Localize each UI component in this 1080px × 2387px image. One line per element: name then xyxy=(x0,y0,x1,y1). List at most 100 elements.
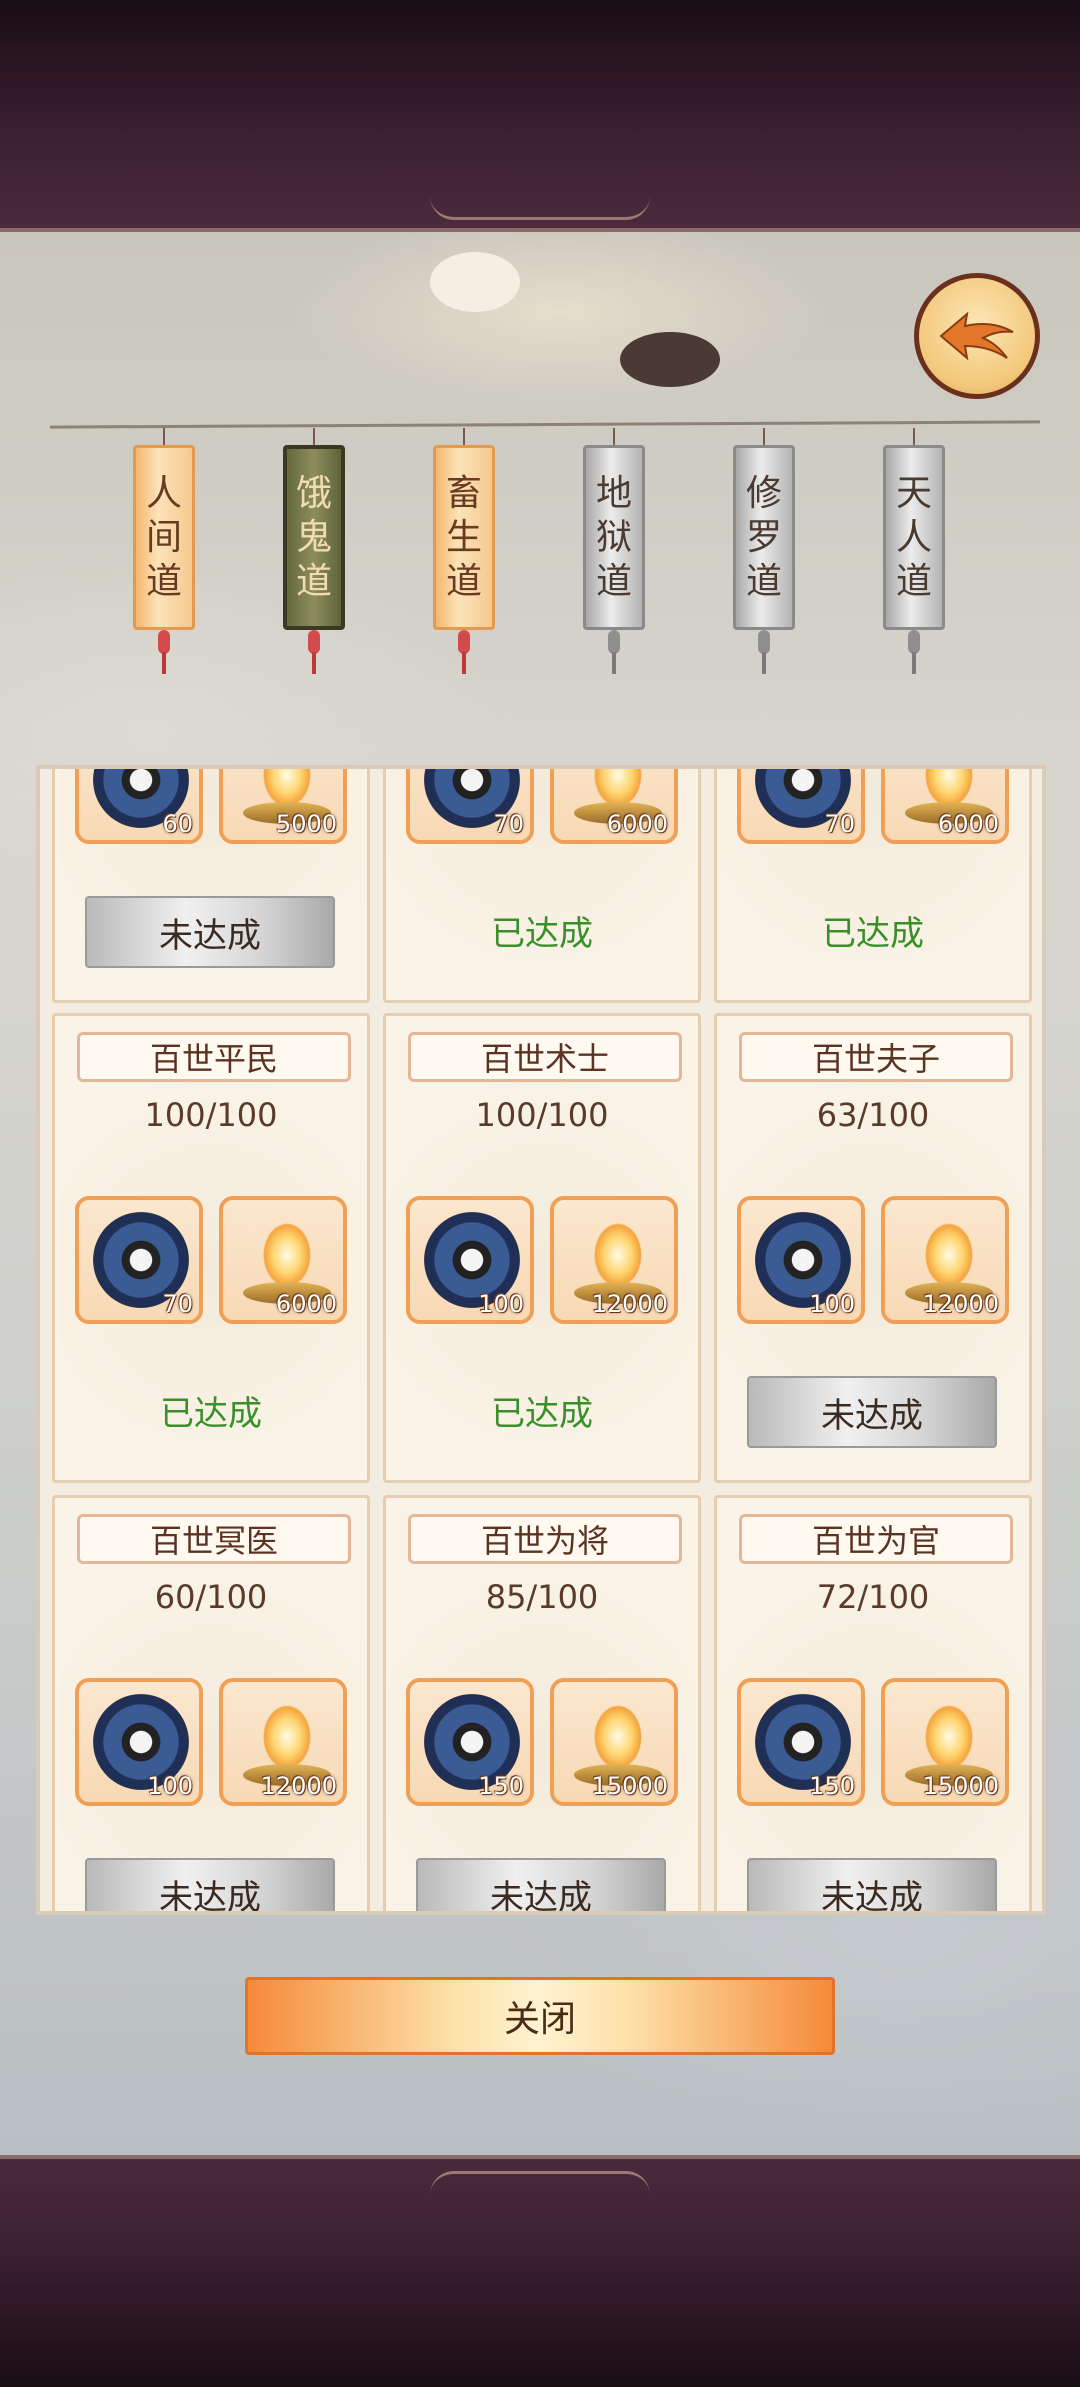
reward-compass-item[interactable]: 150 xyxy=(406,1678,534,1806)
reward-amount: 15000 xyxy=(591,1772,668,1800)
reward-amount: 15000 xyxy=(922,1772,999,1800)
tassel-decoration xyxy=(454,630,474,675)
reward-compass-item[interactable]: 100 xyxy=(737,1196,865,1324)
reward-amount: 70 xyxy=(493,810,524,838)
status-achieved: 已达成 xyxy=(491,914,593,954)
achievement-card: 百世夫子 63/100 100 12000 未达成 xyxy=(714,1013,1032,1483)
tassel-decoration xyxy=(904,630,924,675)
achievement-progress: 100/100 xyxy=(475,1096,609,1134)
reward-amount: 12000 xyxy=(260,1772,337,1800)
reward-amount: 100 xyxy=(147,1772,193,1800)
tab-label-char: 道 xyxy=(895,560,932,602)
reward-amount: 100 xyxy=(478,1290,524,1318)
tab-3[interactable]: 畜生道 xyxy=(433,445,495,630)
tassel-decoration xyxy=(154,630,174,675)
reward-flame-item[interactable]: 12000 xyxy=(550,1196,678,1324)
achievement-title: 百世冥医 xyxy=(77,1514,351,1564)
tab-label-char: 地 xyxy=(595,472,632,514)
tab-label-char: 道 xyxy=(445,560,482,602)
reward-compass-item[interactable]: 100 xyxy=(406,1196,534,1324)
status-achieved: 已达成 xyxy=(822,914,924,954)
tab-label-char: 人 xyxy=(895,516,932,558)
tab-label-char: 道 xyxy=(745,560,782,602)
reward-amount: 100 xyxy=(809,1290,855,1318)
tab-label-char: 天 xyxy=(895,472,932,514)
achievement-progress: 63/100 xyxy=(816,1096,930,1134)
tab-label-char: 狱 xyxy=(595,516,632,558)
tab-label-char: 饿 xyxy=(295,472,332,514)
close-button[interactable]: 关闭 xyxy=(245,1977,835,2055)
tassel-decoration xyxy=(754,630,774,675)
reward-flame-item[interactable]: 5000 xyxy=(219,769,347,844)
tab-6[interactable]: 天人道 xyxy=(883,445,945,630)
tassel-decoration xyxy=(304,630,324,675)
tab-2[interactable]: 饿鬼道 xyxy=(283,445,345,630)
status-not-achieved-button[interactable]: 未达成 xyxy=(747,1376,997,1448)
achievement-card: 70 6000 已达成 xyxy=(383,769,701,1003)
reward-flame-item[interactable]: 6000 xyxy=(219,1196,347,1324)
reward-amount: 150 xyxy=(478,1772,524,1800)
status-achieved: 已达成 xyxy=(160,1394,262,1434)
tab-5[interactable]: 修罗道 xyxy=(733,445,795,630)
achievement-title: 百世为将 xyxy=(408,1514,682,1564)
tab-label-char: 修 xyxy=(745,472,782,514)
reward-amount: 12000 xyxy=(922,1290,999,1318)
status-not-achieved-button[interactable]: 未达成 xyxy=(85,1858,335,1911)
status-not-achieved-button[interactable]: 未达成 xyxy=(85,896,335,968)
reward-flame-item[interactable]: 15000 xyxy=(550,1678,678,1806)
reward-compass-item[interactable]: 70 xyxy=(75,1196,203,1324)
reward-amount: 6000 xyxy=(606,810,668,838)
status-not-achieved-button[interactable]: 未达成 xyxy=(747,1858,997,1911)
achievement-panel: 60 5000 未达成 70 6000 已达成 70 6000 已达成 百世平民 100/100 70… xyxy=(36,765,1046,1915)
frame-ornament xyxy=(430,196,650,220)
tab-label-char: 生 xyxy=(445,516,482,558)
reward-amount: 70 xyxy=(824,810,855,838)
achievement-card: 百世术士 100/100 100 12000 已达成 xyxy=(383,1013,701,1483)
reward-amount: 6000 xyxy=(937,810,999,838)
achievement-progress: 85/100 xyxy=(485,1578,599,1616)
back-button[interactable] xyxy=(914,273,1040,399)
achievement-title: 百世平民 xyxy=(77,1032,351,1082)
tab-label-char: 道 xyxy=(595,560,632,602)
achievement-card: 百世冥医 60/100 100 12000 未达成 xyxy=(52,1495,370,1911)
reward-flame-item[interactable]: 12000 xyxy=(219,1678,347,1806)
reward-amount: 150 xyxy=(809,1772,855,1800)
tab-label-char: 畜 xyxy=(445,472,482,514)
tab-1[interactable]: 人间道 xyxy=(133,445,195,630)
achievement-card: 百世为将 85/100 150 15000 未达成 xyxy=(383,1495,701,1911)
tab-label-char: 罗 xyxy=(745,516,782,558)
status-not-achieved-button[interactable]: 未达成 xyxy=(416,1858,666,1911)
reward-flame-item[interactable]: 15000 xyxy=(881,1678,1009,1806)
reward-compass-item[interactable]: 70 xyxy=(737,769,865,844)
reward-flame-item[interactable]: 6000 xyxy=(550,769,678,844)
tab-label-char: 间 xyxy=(145,516,182,558)
reward-amount: 6000 xyxy=(275,1290,337,1318)
achievement-title: 百世术士 xyxy=(408,1032,682,1082)
tab-label-char: 鬼 xyxy=(295,516,332,558)
achievement-progress: 60/100 xyxy=(154,1578,268,1616)
reward-compass-item[interactable]: 150 xyxy=(737,1678,865,1806)
taiji-decoration-dark xyxy=(620,332,720,387)
reward-flame-item[interactable]: 12000 xyxy=(881,1196,1009,1324)
achievement-card: 60 5000 未达成 xyxy=(52,769,370,1003)
bottom-frame xyxy=(0,2155,1080,2387)
reward-amount: 70 xyxy=(162,1290,193,1318)
frame-ornament xyxy=(430,2171,650,2195)
reward-amount: 5000 xyxy=(275,810,337,838)
reward-compass-item[interactable]: 70 xyxy=(406,769,534,844)
taiji-decoration-light xyxy=(430,252,520,312)
tab-label-char: 道 xyxy=(145,560,182,602)
status-achieved: 已达成 xyxy=(491,1394,593,1434)
tab-label-char: 人 xyxy=(145,472,182,514)
reward-compass-item[interactable]: 100 xyxy=(75,1678,203,1806)
reward-compass-item[interactable]: 60 xyxy=(75,769,203,844)
achievement-card: 70 6000 已达成 xyxy=(714,769,1032,1003)
achievement-progress: 100/100 xyxy=(144,1096,278,1134)
achievement-card: 百世为官 72/100 150 15000 未达成 xyxy=(714,1495,1032,1911)
achievement-title: 百世为官 xyxy=(739,1514,1013,1564)
back-arrow-icon xyxy=(939,311,1014,361)
tab-4[interactable]: 地狱道 xyxy=(583,445,645,630)
reward-flame-item[interactable]: 6000 xyxy=(881,769,1009,844)
top-frame xyxy=(0,0,1080,232)
achievement-progress: 72/100 xyxy=(816,1578,930,1616)
